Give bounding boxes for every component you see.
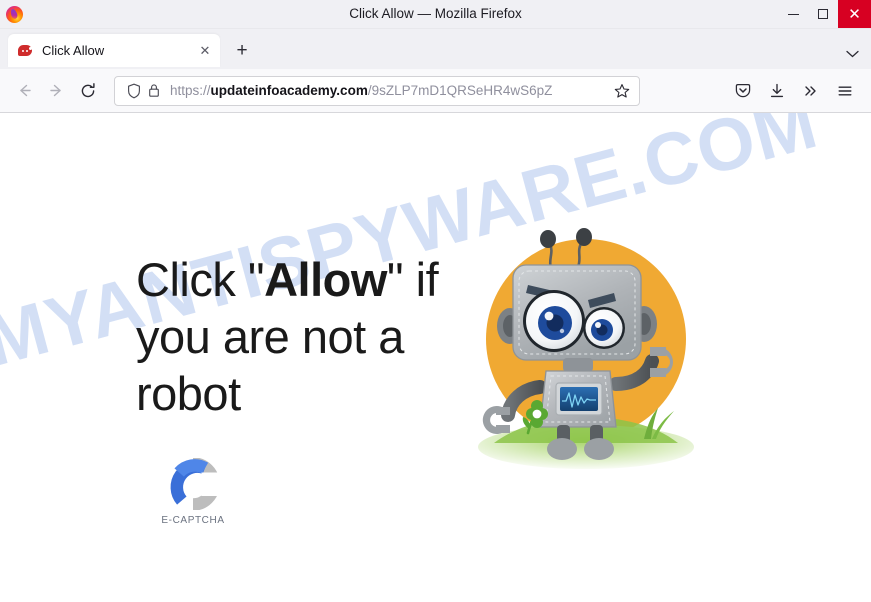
page-headline: Click "Allow" if you are not a robot — [136, 251, 496, 422]
toolbar-right-icons — [727, 75, 863, 107]
tab-click-allow[interactable]: Click Allow ✕ — [8, 34, 220, 67]
cartoon-robot-svg — [478, 228, 694, 469]
robot-chest-screen — [560, 387, 598, 411]
page-content: MYANTISPYWARE.COM Click "Allow" if you a… — [0, 113, 871, 602]
bookmark-star-icon[interactable] — [611, 83, 633, 99]
pocket-button[interactable] — [727, 75, 759, 107]
window-title: Click Allow — Mozilla Firefox — [349, 6, 522, 21]
application-menu-button[interactable] — [829, 75, 861, 107]
tab-favicon-icon — [18, 43, 33, 58]
overflow-menu-button[interactable] — [795, 75, 827, 107]
back-button[interactable] — [8, 75, 40, 107]
overflow-chevrons-icon — [805, 85, 816, 96]
headline-before: Click " — [136, 253, 265, 306]
window-controls: ✕ — [778, 0, 871, 28]
e-captcha-block: E-CAPTCHA — [150, 457, 236, 526]
maximize-button[interactable] — [808, 0, 838, 28]
left-column: Click "Allow" if you are not a robot E-C… — [136, 251, 496, 526]
forward-button[interactable] — [40, 75, 72, 107]
reload-button[interactable] — [72, 75, 104, 107]
forward-arrow-icon — [49, 84, 61, 97]
url-path: /9sZLP7mD1QRSeHR4wS6pZ — [367, 82, 553, 98]
minimize-icon — [787, 13, 799, 15]
robot-foot-right — [584, 438, 614, 460]
hamburger-menu-icon — [838, 85, 852, 96]
address-bar[interactable]: https://updateinfoacademy.com/9sZLP7mD1Q… — [114, 75, 640, 106]
robot-foot-left — [547, 438, 577, 460]
tab-strip: Click Allow ✕ + — [0, 29, 871, 69]
content-row: Click "Allow" if you are not a robot E-C… — [0, 113, 871, 602]
url-host: updateinfoacademy.com — [210, 82, 368, 98]
close-button[interactable]: ✕ — [838, 0, 871, 28]
tab-close-icon[interactable]: ✕ — [196, 42, 214, 60]
back-arrow-icon — [19, 84, 31, 97]
url-scheme: https:// — [170, 82, 211, 98]
e-captcha-logo-icon — [167, 457, 220, 511]
pocket-icon — [735, 83, 751, 97]
maximize-icon — [818, 9, 828, 19]
firefox-logo-icon — [6, 5, 23, 23]
padlock-icon[interactable] — [144, 83, 164, 98]
list-all-tabs-chevron-down-icon[interactable] — [846, 49, 859, 61]
headline-emphasis: Allow — [264, 253, 387, 306]
reload-icon — [81, 82, 95, 97]
downloads-icon — [770, 83, 784, 97]
tracking-protection-shield-icon[interactable] — [124, 83, 144, 99]
title-bar: Click Allow — Mozilla Firefox ✕ — [0, 0, 871, 29]
minimize-button[interactable] — [778, 0, 808, 28]
close-icon: ✕ — [848, 6, 861, 23]
navigation-toolbar: https://updateinfoacademy.com/9sZLP7mD1Q… — [0, 69, 871, 113]
new-tab-button[interactable]: + — [228, 36, 256, 64]
robot-illustration — [466, 211, 716, 471]
downloads-button[interactable] — [761, 75, 793, 107]
e-captcha-label: E-CAPTCHA — [161, 515, 225, 526]
tab-title: Click Allow — [42, 43, 105, 58]
browser-window: Click Allow — Mozilla Firefox ✕ Click Al… — [0, 0, 871, 602]
url-text: https://updateinfoacademy.com/9sZLP7mD1Q… — [170, 77, 611, 105]
